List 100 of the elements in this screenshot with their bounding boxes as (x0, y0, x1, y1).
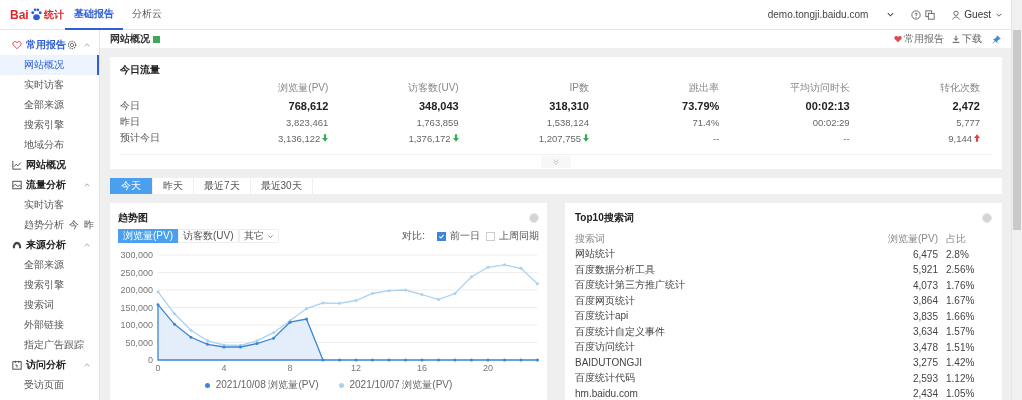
sidebar-item[interactable]: 趋势分析 今 昨 (0, 215, 99, 235)
table-cell-text: 1.76% (945, 279, 976, 291)
axis-label: 20 (483, 363, 493, 373)
site-selector[interactable]: demo.tongji.baidu.com (767, 9, 869, 20)
sidebar-item[interactable]: 受访页面 (0, 375, 99, 395)
action-link[interactable]: 常用报告 (904, 32, 944, 46)
axis-label: 0 (155, 363, 161, 373)
sidebar-item[interactable]: 外部链接 (0, 315, 99, 335)
chevron-up-icon[interactable] (83, 361, 91, 369)
metric-tab[interactable]: 访客数(UV) (178, 229, 239, 243)
nav-tab[interactable]: 分析云 (123, 0, 171, 30)
chevron-up-icon[interactable] (83, 181, 91, 189)
sidebar-group[interactable]: 常用报告 (26, 38, 66, 52)
page-title: 网站概况 (110, 32, 150, 46)
table-cell-text: 5,921 (911, 264, 938, 276)
axis-label: 300,000 (120, 250, 153, 260)
chevron-down-icon[interactable] (886, 10, 896, 19)
scrollbar[interactable] (1011, 0, 1022, 400)
table-cell-text: 2.8% (945, 248, 970, 260)
sidebar-item[interactable]: 搜索引擎 (0, 275, 99, 295)
table-cell: 1,538,124 (546, 116, 589, 128)
column-header: 平均访问时长 (788, 81, 851, 95)
chevron-up-icon[interactable] (83, 241, 91, 249)
row-label: 今日 (120, 99, 141, 113)
sidebar-item[interactable]: 实时访客 (0, 195, 99, 215)
action-link[interactable]: 下载 (962, 32, 982, 46)
table-cell: 00:02:13 (805, 100, 850, 112)
sidebar-item[interactable]: 搜索引擎 (0, 115, 99, 135)
checkbox[interactable] (486, 231, 495, 241)
table-cell-text: 2,593 (911, 372, 938, 384)
checkbox-label: 上周同期 (499, 229, 539, 243)
table-cell-text: 1.05% (945, 388, 976, 400)
table-cell: 1,376,172 (408, 132, 451, 144)
sidebar-item[interactable]: 全部来源 (0, 255, 99, 275)
sidebar-item[interactable]: 地域分布 (0, 135, 99, 155)
column-header: 转化次数 (939, 81, 981, 95)
sidebar-group[interactable]: 网站概况 (26, 158, 66, 172)
row-label: 预计今日 (120, 131, 161, 145)
chevron-up-icon[interactable] (83, 41, 91, 49)
user-icon[interactable] (951, 9, 962, 20)
table-cell: 3,136,122 (278, 132, 321, 144)
table-cell-text: 3,634 (911, 326, 938, 338)
sidebar-group[interactable]: 来源分析 (26, 238, 66, 252)
logo-text: Bai (10, 7, 29, 22)
table-cell-text: 百度数据分析工具 (575, 262, 656, 277)
chevron-down-icon (266, 232, 274, 240)
table-cell-text: 3,275 (911, 357, 938, 369)
axis-label: 16 (417, 363, 427, 373)
sidebar-group[interactable]: 访问分析 (26, 358, 66, 372)
table-cell: 768,612 (288, 100, 329, 112)
table-cell-text: 1.12% (945, 372, 976, 384)
sidebar-group[interactable]: 流量分析 (26, 178, 66, 192)
column-header: 浏览量(PV) (277, 81, 330, 95)
table-cell: -- (843, 132, 850, 144)
table-cell-text: 百度统计第三方推广统计 (575, 278, 686, 293)
table-cell: 318,310 (549, 100, 589, 112)
table-cell: 3,823,461 (286, 116, 329, 128)
sidebar-item[interactable]: 网站概况 (0, 55, 99, 75)
table-cell: -- (713, 132, 720, 144)
table-cell: 5,777 (956, 116, 980, 128)
table-cell: 1,763,859 (416, 116, 459, 128)
table-cell-text: 百度网页统计 (575, 293, 636, 308)
pin-icon[interactable] (992, 34, 1001, 44)
table-cell-text: 3,835 (911, 310, 938, 322)
column-header: 访客数(UV) (407, 81, 460, 95)
table-cell-text: 1.42% (945, 357, 976, 369)
table-cell: 1,207,755 (538, 132, 581, 144)
column-header: 跳出率 (688, 81, 721, 95)
table-cell-text: 百度统计自定义事件 (575, 324, 666, 339)
table-cell: 71.4% (692, 116, 720, 128)
table-cell-text: 3,864 (911, 295, 938, 307)
help-icon[interactable] (911, 9, 922, 20)
metric-tab[interactable]: 其它 (238, 229, 279, 243)
axis-label: 8 (287, 363, 293, 373)
axis-label: 100,000 (120, 320, 153, 330)
table-cell: 00:02:29 (812, 116, 850, 128)
sidebar-item[interactable]: 指定广告跟踪 (0, 335, 99, 355)
table-cell: 73.79% (682, 100, 720, 112)
sidebar-item[interactable]: 搜索词 (0, 295, 99, 315)
axis-label: 4 (221, 363, 227, 373)
paw-icon (29, 8, 43, 21)
axis-label: 250,000 (120, 267, 153, 278)
axis-label: 200,000 (120, 285, 153, 295)
copy-icon[interactable] (925, 9, 936, 20)
table-cell-text: 4,073 (911, 279, 938, 291)
logo-text: 统计 (43, 7, 64, 22)
table-cell-text: 百度访问统计 (575, 340, 636, 355)
info-icon[interactable] (153, 35, 160, 43)
legend-label: 2021/10/08 浏览量(PV) (215, 378, 319, 392)
card-title: 今日流量 (120, 63, 161, 77)
column-header: 浏览量(PV) (887, 231, 938, 246)
axis-label: 12 (351, 363, 361, 373)
checkbox[interactable] (437, 231, 446, 241)
user-menu[interactable]: Guest (964, 9, 991, 20)
table-cell-text: 网站统计 (575, 247, 616, 262)
table-cell-text: 2,434 (911, 388, 938, 400)
sidebar-item[interactable]: 实时访客 (0, 75, 99, 95)
sidebar-item[interactable]: 全部来源 (0, 95, 99, 115)
image-icon (12, 180, 22, 190)
table-cell-text: hm.baidu.com (575, 388, 639, 400)
